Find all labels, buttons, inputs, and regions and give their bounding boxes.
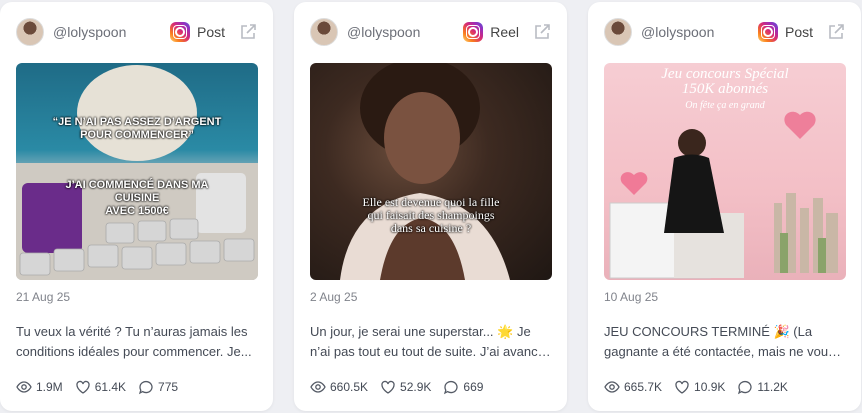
likes-count: 61.4K: [94, 380, 127, 394]
comments-count: 11.2K: [757, 380, 788, 394]
card-header: @lolyspoon Post: [604, 18, 845, 46]
thumbnail-image: [16, 65, 258, 280]
card-header: @lolyspoon Reel: [310, 18, 551, 46]
overlay-text-top: “JE N’AI PAS ASSEZ D’ARGENT POUR COMMENC…: [52, 116, 222, 141]
post-caption: JEU CONCOURS TERMINÉ 🎉 (La gagnante a ét…: [604, 324, 835, 359]
post-date: 21 Aug 25: [16, 290, 71, 304]
comments-count: 669: [463, 380, 484, 394]
likes-count: 10.9K: [694, 380, 726, 394]
thumbnail-image: [340, 63, 510, 280]
account-handle[interactable]: @lolyspoon: [347, 24, 463, 40]
eye-icon: [16, 381, 32, 393]
post-caption: Tu veux la vérité ? Tu n’auras jamais le…: [16, 324, 252, 359]
views-stat: 1.9M: [16, 379, 63, 395]
card-header: @lolyspoon Post: [16, 18, 257, 46]
comments-count: 775: [158, 380, 179, 394]
views-count: 660.5K: [330, 380, 369, 394]
post-thumbnail[interactable]: “JE N’AI PAS ASSEZ D’ARGENT POUR COMMENC…: [16, 63, 258, 280]
post-date: 2 Aug 25: [310, 290, 358, 304]
external-link-icon[interactable]: [827, 23, 845, 41]
overlay-text-bottom: J’AI COMMENCÉ DANS MA CUISINE AVEC 1500€: [65, 179, 209, 217]
eye-icon: [310, 381, 326, 393]
likes-count: 52.9K: [400, 380, 432, 394]
post-thumbnail[interactable]: Jeu concours Spécial 150K abonnés On fêt…: [604, 63, 846, 280]
post-stats: 660.5K 52.9K 669: [310, 378, 495, 396]
heart-icon: [381, 380, 395, 394]
likes-stat: 52.9K: [380, 379, 431, 395]
post-type-label: Post: [784, 24, 813, 40]
heart-icon: [675, 380, 689, 394]
avatar[interactable]: [16, 18, 44, 46]
comments-stat: 11.2K: [737, 379, 788, 395]
post-date: 10 Aug 25: [604, 290, 659, 304]
comment-icon: [138, 380, 153, 395]
post-type-label: Post: [196, 24, 225, 40]
post-caption: Un jour, je serai une superstar... 🌟 Je …: [310, 324, 545, 359]
post-card[interactable]: @lolyspoon Post Jeu concours Spécial 150…: [588, 2, 861, 411]
heart-icon: [76, 380, 90, 394]
likes-stat: 10.9K: [674, 379, 725, 395]
post-card[interactable]: @lolyspoon Post “JE N’AI PAS ASSEZ D’ARG…: [0, 2, 273, 411]
post-card[interactable]: @lolyspoon Reel Elle est devenue quoi la…: [294, 2, 567, 411]
instagram-icon: [463, 22, 484, 42]
views-stat: 660.5K: [310, 379, 368, 395]
overlay-subtitle: On fête ça en grand: [685, 100, 765, 111]
likes-stat: 61.4K: [75, 379, 126, 395]
external-link-icon[interactable]: [533, 23, 551, 41]
post-stats: 1.9M 61.4K 775: [16, 378, 190, 396]
post-type-label: Reel: [490, 24, 519, 40]
account-handle[interactable]: @lolyspoon: [641, 24, 758, 40]
eye-icon: [604, 381, 620, 393]
views-count: 1.9M: [36, 380, 63, 394]
post-stats: 665.7K 10.9K 11.2K: [604, 378, 800, 396]
account-handle[interactable]: @lolyspoon: [53, 24, 170, 40]
avatar[interactable]: [604, 18, 632, 46]
external-link-icon[interactable]: [239, 23, 257, 41]
overlay-title: Jeu concours Spécial 150K abonnés: [661, 66, 789, 97]
post-thumbnail[interactable]: Elle est devenue quoi la fille qui faisa…: [310, 63, 552, 280]
views-stat: 665.7K: [604, 379, 662, 395]
comments-stat: 669: [443, 379, 483, 395]
instagram-icon: [169, 22, 190, 42]
overlay-text: Elle est devenue quoi la fille qui faisa…: [362, 195, 500, 235]
comment-icon: [738, 380, 752, 395]
comments-stat: 775: [138, 379, 178, 395]
instagram-icon: [757, 22, 778, 42]
comment-icon: [444, 380, 458, 395]
views-count: 665.7K: [624, 380, 663, 394]
avatar[interactable]: [310, 18, 338, 46]
